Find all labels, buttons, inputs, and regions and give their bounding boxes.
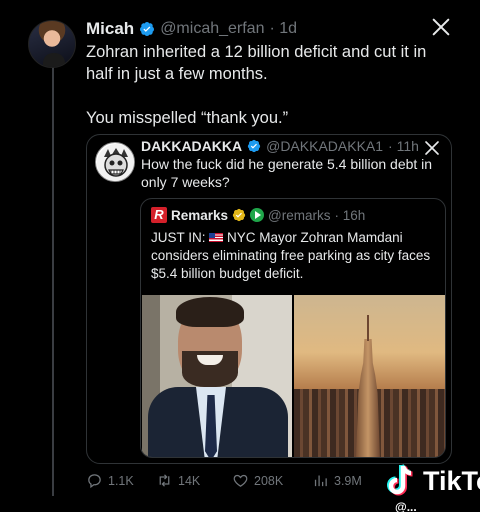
retweet-icon xyxy=(159,474,170,487)
gold-verified-icon xyxy=(232,208,246,222)
nested-time: · 16h xyxy=(334,207,366,223)
quote-author-avatar[interactable] xyxy=(95,142,135,182)
tiktok-watermark: TikTo xyxy=(383,462,480,500)
quote-text: How the fuck did he generate 5.4 billion… xyxy=(141,156,433,190)
views-count: 3.9M xyxy=(334,473,362,488)
thread-line xyxy=(52,66,54,496)
nested-text-prefix: JUST IN: xyxy=(151,230,206,245)
tiktok-logo-icon xyxy=(387,464,413,496)
tweet-header: Micah @micah_erfan · 1d xyxy=(86,19,297,39)
author-avatar[interactable] xyxy=(28,20,76,68)
reply-icon xyxy=(88,474,101,489)
nested-author-handle[interactable]: @remarks xyxy=(268,208,330,223)
nested-author-name[interactable]: Remarks xyxy=(171,208,228,223)
mayor-photo[interactable] xyxy=(142,295,292,457)
nested-header: R Remarks @remarks · 16h xyxy=(151,207,365,223)
tweet-text-line2: You misspelled “thank you.” xyxy=(86,109,289,127)
remarks-logo-icon: R xyxy=(151,207,167,223)
quote-author-name[interactable]: DAKKADAKKA xyxy=(141,138,242,154)
quoted-tweet[interactable]: DAKKADAKKA @DAKKADAKKA1 · 11h How the fu… xyxy=(86,134,452,464)
like-button[interactable]: 208K xyxy=(232,472,312,489)
quote-time: · 11h xyxy=(388,138,419,154)
views-bar-icon xyxy=(314,475,327,487)
action-bar: 1.1K 14K 208K 3.9M xyxy=(86,472,386,489)
city-skyline-photo[interactable] xyxy=(294,295,445,457)
tiktok-label: TikTo xyxy=(423,465,480,496)
author-handle[interactable]: @micah_erfan xyxy=(160,20,264,38)
nested-text: JUST IN: NYC Mayor Zohran Mamdani consid… xyxy=(151,229,436,283)
reply-button[interactable]: 1.1K xyxy=(86,472,156,489)
nested-quoted-tweet[interactable]: R Remarks @remarks · 16h JUST IN: NYC Ma… xyxy=(140,198,446,458)
verified-icon xyxy=(247,139,261,153)
verified-icon xyxy=(140,22,155,36)
like-count: 208K xyxy=(254,473,284,488)
quote-header: DAKKADAKKA @DAKKADAKKA1 · 11h xyxy=(141,138,419,154)
views-button[interactable]: 3.9M xyxy=(312,472,382,489)
tweet-text-line1: Zohran inherited a 12 billion deficit an… xyxy=(86,43,427,83)
us-flag-icon xyxy=(209,233,224,242)
tiktok-username: @... xyxy=(395,500,417,512)
heart-icon xyxy=(233,474,248,487)
quote-author-handle[interactable]: @DAKKADAKKA1 xyxy=(266,138,383,154)
retweet-count: 14K xyxy=(178,473,201,488)
affiliate-badge-icon xyxy=(250,208,265,222)
tweet-time: · 1d xyxy=(269,20,298,37)
retweet-button[interactable]: 14K xyxy=(156,472,232,489)
author-name[interactable]: Micah xyxy=(86,19,134,39)
reply-count: 1.1K xyxy=(108,473,134,488)
close-icon[interactable] xyxy=(430,16,452,38)
